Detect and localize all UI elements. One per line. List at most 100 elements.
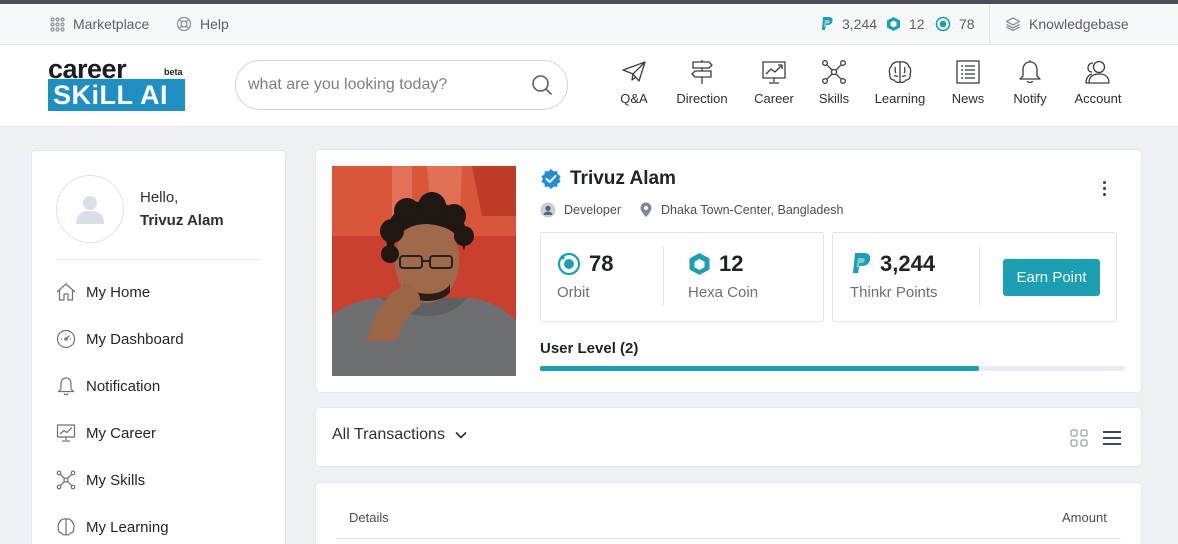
hexa-coin-stat: 12 Hexa Coin — [688, 233, 818, 321]
signpost-icon — [691, 60, 713, 84]
sidebar: Hello, Trivuz Alam My Home My Dashboard … — [31, 150, 286, 544]
user-level-label: User Level (2) — [540, 340, 639, 357]
orbit-stat: 78 Orbit — [557, 233, 667, 321]
verified-badge-icon — [541, 169, 561, 189]
table-header-details: Details — [349, 510, 389, 525]
profile-name-row: Trivuz Alam — [540, 168, 676, 190]
lifebuoy-icon — [176, 16, 192, 32]
nav-qa[interactable]: Q&A — [617, 59, 651, 115]
profile-role: Developer — [540, 202, 621, 218]
nav-learning[interactable]: Learning — [874, 59, 926, 115]
logo-beta: beta — [164, 67, 183, 77]
utility-divider — [989, 4, 990, 45]
stat-divider — [663, 247, 664, 305]
brain-icon — [888, 61, 912, 84]
profile-location: Dhaka Town-Center, Bangladesh — [639, 202, 844, 218]
sidebar-item-label: My Dashboard — [86, 330, 184, 348]
nav-learning-label: Learning — [874, 91, 926, 106]
transactions-filter-dropdown[interactable]: All Transactions — [332, 426, 467, 444]
help-link[interactable]: Help — [176, 4, 229, 44]
more-options-icon[interactable] — [1094, 178, 1114, 198]
points-stats-box: 3,244 Thinkr Points Earn Point — [832, 232, 1117, 322]
profile-meta: Developer Dhaka Town-Center, Bangladesh — [540, 202, 862, 218]
thinkr-points-counter: 3,244 — [820, 4, 877, 44]
hexagon-icon — [887, 17, 900, 31]
nav-account[interactable]: Account — [1072, 59, 1124, 115]
sidebar-item-label: My Career — [86, 424, 157, 442]
thinkr-points-stat-value: 3,244 — [880, 251, 936, 276]
transactions-toolbar: All Transactions — [316, 408, 1141, 466]
nav-direction[interactable]: Direction — [674, 59, 730, 115]
sidebar-item-my-learning[interactable]: My Learning — [56, 515, 169, 539]
sidebar-divider — [56, 259, 261, 260]
table-header-divider — [336, 538, 1121, 539]
chevron-down-icon — [455, 431, 467, 439]
sidebar-item-my-skills[interactable]: My Skills — [56, 468, 145, 492]
nav-news-label: News — [951, 91, 985, 106]
grid-view-icon[interactable] — [1070, 429, 1088, 447]
user-level-progress-fill — [540, 366, 979, 371]
stat-divider — [979, 247, 980, 305]
orbit-value: 78 — [959, 16, 975, 32]
nav-career[interactable]: Career — [754, 59, 794, 115]
thinkr-points-stat-label: Thinkr Points — [850, 284, 938, 301]
utility-bar: Marketplace Help 3,244 12 78 Knowledgeba… — [0, 4, 1178, 45]
profile-role-text: Developer — [564, 203, 621, 217]
sidebar-item-my-dashboard[interactable]: My Dashboard — [56, 327, 184, 351]
bell-icon — [1019, 60, 1041, 84]
home-icon — [56, 283, 76, 301]
nav-news[interactable]: News — [950, 59, 986, 115]
nav-career-label: Career — [754, 91, 794, 106]
main-header: career beta SKiLL AI Q&A Direction Caree… — [0, 45, 1178, 127]
marketplace-link[interactable]: Marketplace — [50, 4, 149, 44]
nav-notify[interactable]: Notify — [1010, 59, 1050, 115]
currency-stats-box: 78 Orbit 12 Hexa Coin — [540, 232, 824, 322]
hexagon-icon — [689, 253, 710, 275]
list-view-icon[interactable] — [1102, 429, 1122, 447]
sidebar-item-my-career[interactable]: My Career — [56, 421, 156, 445]
profile-card: Trivuz Alam Developer Dhaka Town-Center,… — [316, 150, 1141, 392]
user-circle-icon — [540, 202, 556, 218]
skills-network-icon — [56, 470, 76, 490]
knowledgebase-label: Knowledgebase — [1029, 16, 1129, 32]
layers-icon — [1005, 17, 1021, 32]
greeting-text: Hello, — [140, 189, 179, 206]
hexa-coin-stat-label: Hexa Coin — [688, 284, 759, 301]
hexa-coin-value: 12 — [909, 16, 925, 32]
nav-skills[interactable]: Skills — [818, 59, 850, 115]
knowledgebase-link[interactable]: Knowledgebase — [1005, 4, 1129, 44]
greeting-user-name: Trivuz Alam — [140, 212, 224, 229]
sidebar-item-my-home[interactable]: My Home — [56, 280, 150, 304]
chart-board-icon — [56, 424, 76, 442]
search-input[interactable] — [248, 76, 518, 94]
sidebar-item-label: Notification — [86, 377, 161, 395]
nav-skills-label: Skills — [818, 91, 850, 106]
sidebar-item-label: My Skills — [86, 471, 146, 489]
search-icon[interactable] — [531, 74, 553, 96]
nav-direction-label: Direction — [676, 91, 728, 106]
earn-point-button[interactable]: Earn Point — [1003, 259, 1100, 296]
user-level-progress-track — [540, 366, 1125, 371]
orbit-stat-value: 78 — [589, 251, 614, 276]
nav-notify-label: Notify — [1013, 91, 1047, 106]
chart-board-icon — [762, 61, 786, 84]
thinkr-points-value: 3,244 — [842, 16, 878, 32]
orbit-counter: 78 — [935, 4, 975, 44]
grid-dots-icon — [50, 16, 65, 32]
career-skill-ai-logo[interactable]: career beta SKiLL AI — [47, 54, 187, 115]
brain-icon — [57, 518, 75, 536]
search-bar — [235, 60, 568, 110]
paper-plane-icon — [622, 61, 646, 82]
paypal-p-icon — [853, 253, 871, 273]
users-icon — [1085, 60, 1110, 84]
dashboard-gauge-icon — [56, 329, 76, 349]
sidebar-item-notification[interactable]: Notification — [56, 374, 160, 398]
table-header-amount: Amount — [1062, 510, 1107, 525]
profile-photo — [332, 166, 516, 376]
orbit-icon — [557, 252, 581, 276]
sidebar-item-label: My Home — [86, 283, 151, 301]
orbit-icon — [935, 16, 951, 32]
transactions-filter-label: All Transactions — [332, 426, 445, 443]
help-label: Help — [200, 16, 229, 32]
avatar[interactable] — [56, 175, 124, 243]
